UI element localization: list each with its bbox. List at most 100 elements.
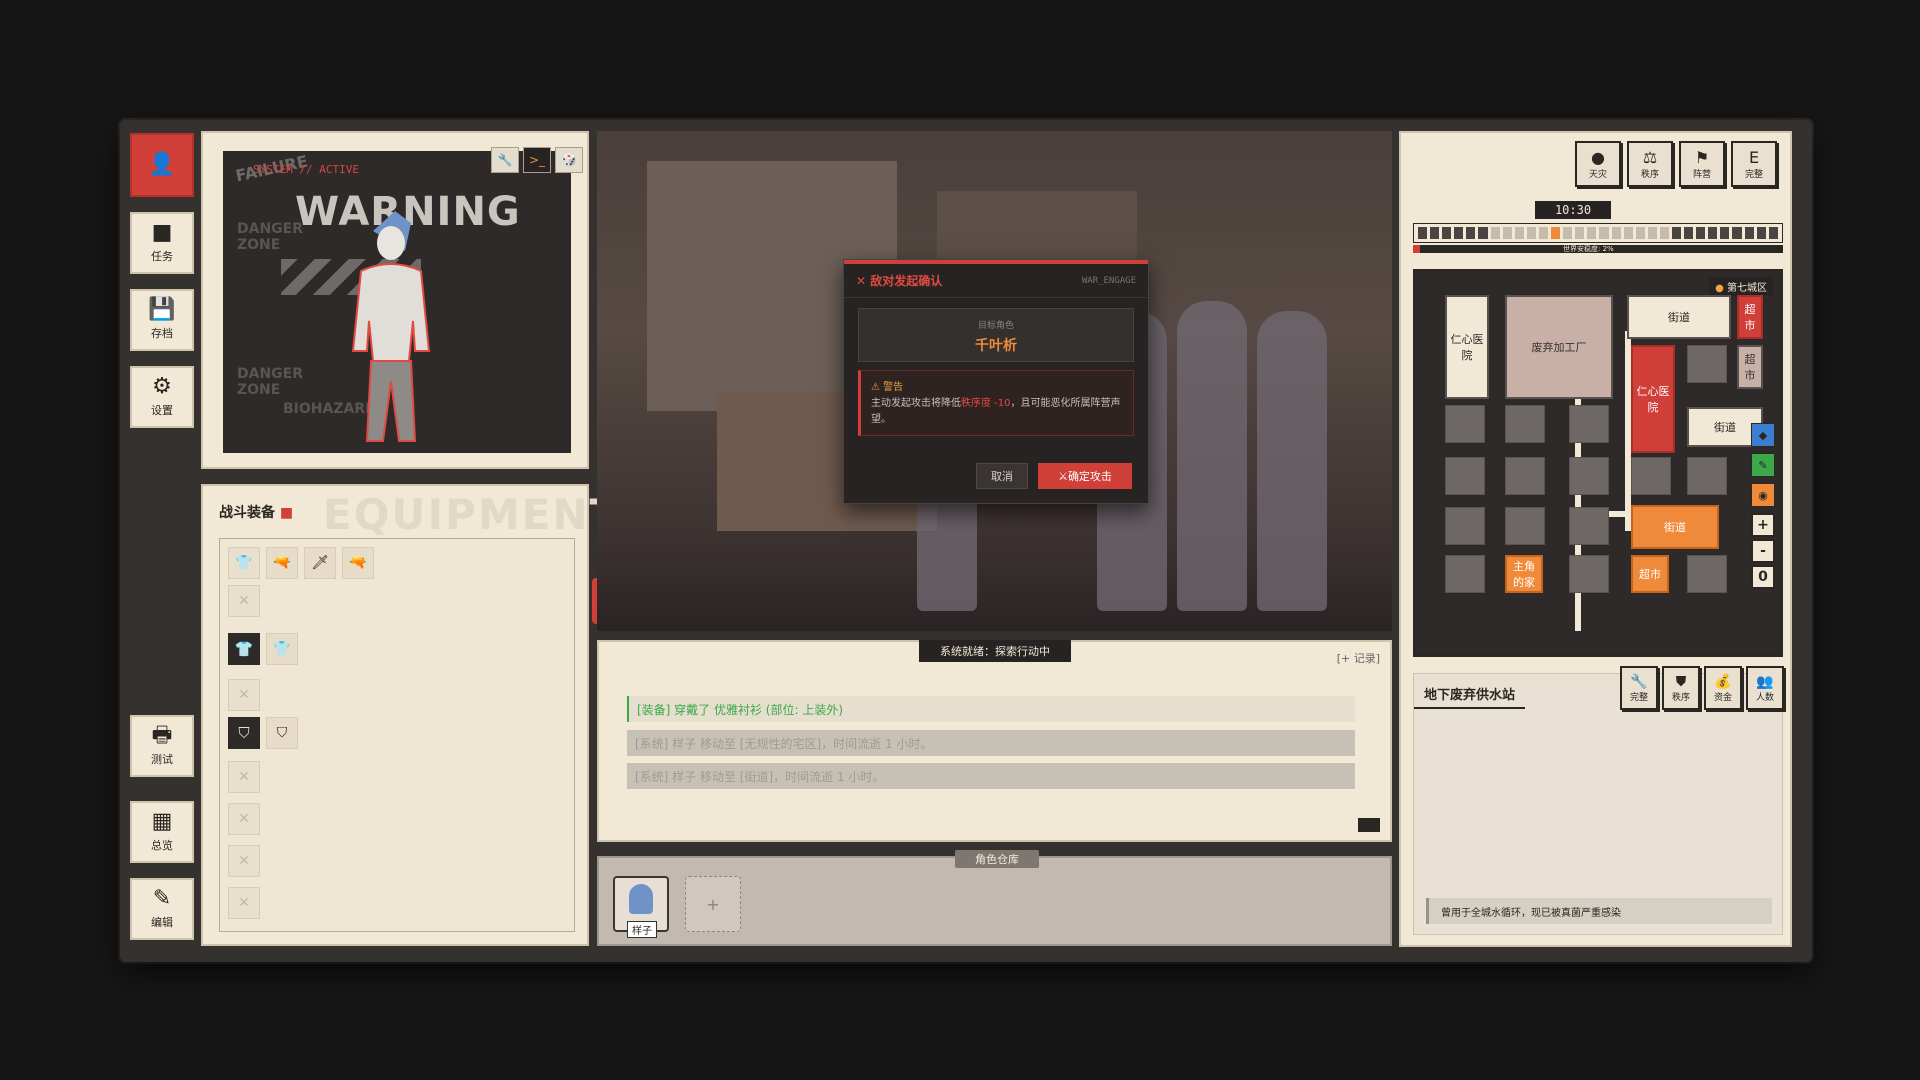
gear-icon: ⚙ (152, 374, 172, 399)
timeline-segment (1430, 227, 1440, 239)
status-label: 系统就绪：探索行动中 (919, 640, 1071, 662)
flag-icon: ⚑ (1694, 147, 1710, 167)
wrench-icon: 🔧 (1630, 673, 1648, 690)
map-block (1569, 405, 1609, 443)
map-location[interactable]: 废弃加工厂 (1505, 295, 1613, 399)
task-label: 任务 (151, 250, 173, 263)
overview-button[interactable]: ▦ 总览 (130, 801, 194, 863)
timeline-segment (1756, 227, 1766, 239)
log-toggle[interactable] (1358, 818, 1380, 832)
terminal-icon[interactable]: >_ (523, 147, 551, 173)
zoom-reset-button[interactable]: 0 (1751, 565, 1775, 589)
funds-stat[interactable]: 💰 资金 (1704, 666, 1742, 710)
empty-slot[interactable]: ✕ (228, 887, 260, 919)
equipment-watermark: EQUIPMENT (323, 490, 621, 539)
npc (1177, 301, 1247, 611)
avatar (629, 884, 653, 914)
pin-icon[interactable]: ✎ (1751, 453, 1775, 477)
cancel-button[interactable]: 取消 (976, 463, 1028, 489)
pants-slot[interactable]: ⛉ (228, 717, 260, 749)
log-line: [系统] 样子 移动至 [无规性的宅区]，时间流逝 1 小时。 (627, 730, 1355, 756)
character-portrait: FAILURE SYSTEM // ACTIVE WARNING DANGER … (223, 151, 571, 453)
test-button[interactable]: 🖶 测试 (130, 715, 194, 777)
map-location[interactable]: 街道 (1627, 295, 1731, 339)
edit-button[interactable]: ✎ 编辑 (130, 878, 194, 940)
settings-button[interactable]: ⚙ 设置 (130, 366, 194, 428)
disaster-button[interactable]: ● 天灾 (1575, 141, 1621, 187)
world-panel: ●天灾 ⚖秩序 ⚑阵营 Ε完整 10:30 世界安稳度: 2% 第七城区 仁心医… (1399, 131, 1792, 947)
confirm-attack-button[interactable]: ⚔ 确定攻击 (1038, 463, 1132, 489)
order-button[interactable]: ⚖ 秩序 (1627, 141, 1673, 187)
map-block (1445, 507, 1485, 545)
add-character-button[interactable]: + (685, 876, 741, 932)
gun-slot[interactable]: 🔫 (342, 547, 374, 579)
map-location[interactable]: 超市 (1737, 295, 1763, 339)
circle-icon: ● (1591, 147, 1605, 167)
timeline-segment (1466, 227, 1476, 239)
pencil-icon: ✎ (152, 886, 172, 911)
map-block (1505, 405, 1545, 443)
empty-slot[interactable]: ✕ (228, 761, 260, 793)
attack-confirm-dialog: ✕ 敌对发起确认 WAR_ENGAGE 目标角色 千叶析 ⚠ 警告 主动发起攻击将… (843, 259, 1149, 504)
empty-slot[interactable]: ✕ (228, 679, 260, 711)
pistol-slot[interactable]: 🔫 (266, 547, 298, 579)
shirt-slot-2[interactable]: 👕 (266, 633, 298, 665)
save-label: 存档 (151, 327, 173, 340)
knife-slot[interactable]: 🗡 (304, 547, 336, 579)
empty-slot[interactable]: ✕ (228, 845, 260, 877)
timeline-segment (1720, 227, 1730, 239)
zoom-in-button[interactable]: + (1751, 513, 1775, 537)
location-panel: 地下废弃供水站 🔧 完整 ⛊ 秩序 💰 资金 👥 人数 曾用于全城水循环，现已被真菌严重… (1413, 666, 1784, 935)
population-stat[interactable]: 👥 人数 (1746, 666, 1784, 710)
record-button[interactable]: [+ 记录] (1337, 650, 1380, 666)
zoom-out-button[interactable]: - (1751, 539, 1775, 563)
empty-slot[interactable]: ✕ (228, 803, 260, 835)
location-name: 地下废弃供水站 (1414, 680, 1526, 709)
integrity-stat[interactable]: 🔧 完整 (1620, 666, 1658, 710)
timeline-segment (1551, 227, 1561, 239)
eye-icon[interactable]: ◉ (1751, 483, 1775, 507)
system-text: SYSTEM // ACTIVE (253, 163, 359, 176)
empty-slot[interactable]: ✕ (228, 585, 260, 617)
settings-label: 设置 (151, 404, 173, 417)
profile-button[interactable]: 👤 (130, 133, 194, 197)
order-stat[interactable]: ⛊ 秩序 (1662, 666, 1700, 710)
timeline-segment (1454, 227, 1464, 239)
timeline-segment (1768, 227, 1778, 239)
task-button[interactable]: ■ 任务 (130, 212, 194, 274)
test-label: 测试 (151, 753, 173, 766)
map-location[interactable]: 超市 (1631, 555, 1669, 593)
cube-icon[interactable]: ◆ (1751, 423, 1775, 447)
danger-text-2: DANGER ZONE (237, 366, 304, 398)
target-label: 目标角色 (977, 321, 1014, 331)
warning-head: ⚠ 警告 (871, 382, 904, 393)
timeline-segment (1514, 227, 1524, 239)
timeline-segment (1538, 227, 1549, 239)
hat-slot[interactable]: 👕 (228, 547, 260, 579)
integrity-button[interactable]: Ε 完整 (1731, 141, 1777, 187)
map-block (1569, 555, 1609, 593)
timeline-segment (1490, 227, 1500, 239)
map-location[interactable]: 仁心医院 (1631, 345, 1675, 453)
timeline-segment (1744, 227, 1754, 239)
wrench-icon[interactable]: 🔧 (491, 147, 519, 173)
target-box: 目标角色 千叶析 (858, 308, 1134, 362)
map-block (1569, 457, 1609, 495)
map-location[interactable]: 超市 (1737, 345, 1763, 389)
map-block (1505, 457, 1545, 495)
pants-slot-2[interactable]: ⛉ (266, 717, 298, 749)
dice-icon[interactable]: 🎲 (555, 147, 583, 173)
timeline-segment (1563, 227, 1573, 239)
edit-label: 编辑 (151, 916, 173, 929)
faction-button[interactable]: ⚑ 阵营 (1679, 141, 1725, 187)
character-card[interactable]: 样子 (613, 876, 669, 938)
map-location-current[interactable]: 街道 (1631, 505, 1719, 549)
map-block (1687, 555, 1727, 593)
timeline-segment (1418, 227, 1428, 239)
timeline-segment (1684, 227, 1694, 239)
map-location[interactable]: 主角的家 (1505, 555, 1543, 593)
save-button[interactable]: 💾 存档 (130, 289, 194, 351)
danger-text: DANGER ZONE (237, 221, 304, 253)
map-location[interactable]: 仁心医院 (1445, 295, 1489, 399)
shirt-slot[interactable]: 👕 (228, 633, 260, 665)
